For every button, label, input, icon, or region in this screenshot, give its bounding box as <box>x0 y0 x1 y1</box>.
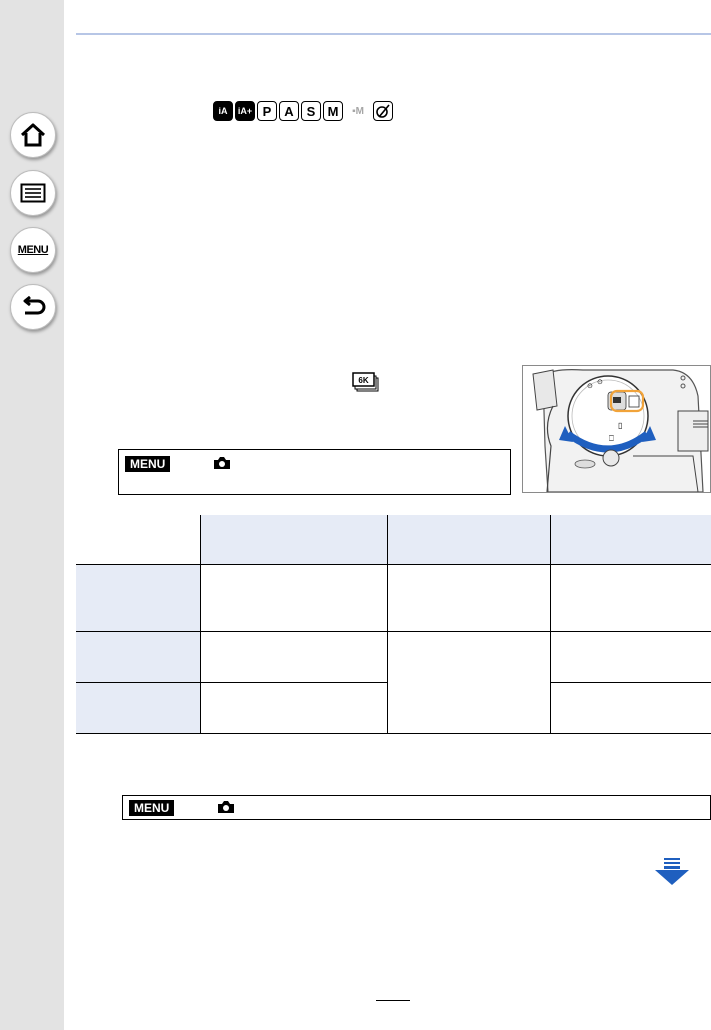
6k-photo-icon: 6K <box>352 372 379 392</box>
home-button[interactable] <box>10 112 56 158</box>
table-corner-cell <box>76 515 201 565</box>
table-row <box>76 563 711 632</box>
svg-text:▯: ▯ <box>618 421 622 430</box>
page-number-rule <box>376 1000 410 1001</box>
down-arrow-icon[interactable] <box>654 858 690 886</box>
drive-dial-illustration: ⊙ ⊙ ▯ ⎕ <box>522 365 711 493</box>
contents-button[interactable] <box>10 170 56 216</box>
menu-label: MENU <box>17 244 49 256</box>
header-rule <box>76 33 711 35</box>
table-header-cell <box>550 515 711 565</box>
list-icon <box>20 183 46 203</box>
back-arrow-icon <box>23 296 46 315</box>
table-row <box>76 630 711 734</box>
creative-control-icon <box>373 101 393 121</box>
table-cell <box>200 563 388 632</box>
svg-text:6K: 6K <box>358 376 368 385</box>
intelligent-auto-plus-icon: iA+ <box>235 101 255 121</box>
applicable-modes: iA iA+ P A S M ▪M <box>213 100 393 122</box>
svg-text:⎕: ⎕ <box>609 434 614 443</box>
menu-path-box: MENU <box>118 449 511 495</box>
intelligent-auto-icon: iA <box>213 101 233 121</box>
table-cell <box>550 630 711 683</box>
back-button[interactable] <box>10 284 56 330</box>
sidebar: MENU <box>0 0 64 1030</box>
table-cell <box>550 681 711 734</box>
menu-button[interactable]: MENU <box>10 227 56 273</box>
table-header-cell <box>387 515 551 565</box>
table-cell-merged <box>387 630 551 734</box>
table-cell <box>200 681 388 734</box>
table-cell <box>387 563 551 632</box>
svg-text:⊙: ⊙ <box>587 383 593 390</box>
mode-s-icon: S <box>301 101 321 121</box>
table-cell <box>200 630 388 683</box>
row-header-cell <box>76 681 201 734</box>
camera-icon <box>214 457 230 469</box>
menu-tag: MENU <box>125 456 171 472</box>
home-icon <box>20 123 46 147</box>
table-cell <box>550 563 711 632</box>
menu-tag: MENU <box>129 800 175 816</box>
mode-p-icon: P <box>257 101 277 121</box>
mode-m-icon: M <box>323 101 343 121</box>
row-header-cell <box>76 563 201 632</box>
settings-table <box>76 515 711 734</box>
row-header-cell <box>76 630 201 683</box>
table-header-cell <box>200 515 388 565</box>
svg-text:⊙: ⊙ <box>597 379 603 386</box>
menu-path-box: MENU <box>122 795 711 820</box>
camera-icon <box>218 801 234 813</box>
mode-a-icon: A <box>279 101 299 121</box>
creative-video-mode-icon: ▪M <box>345 101 371 121</box>
